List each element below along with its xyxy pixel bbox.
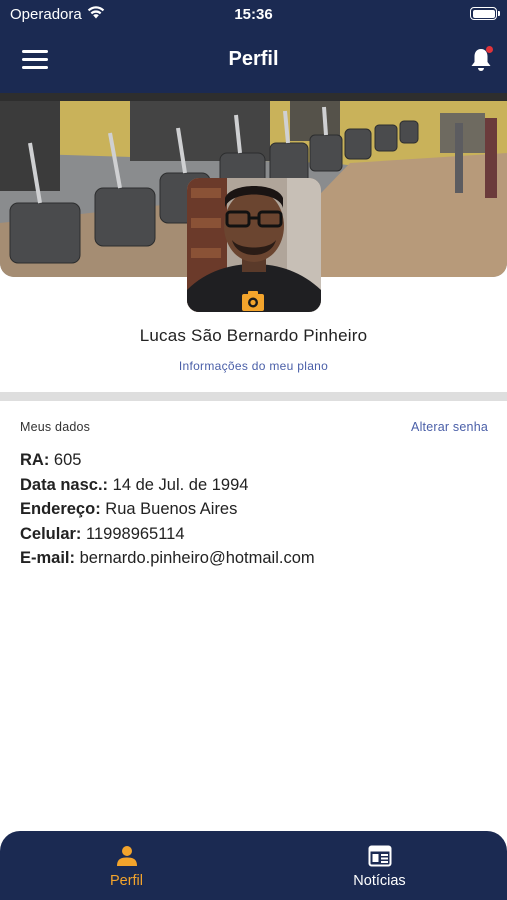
info-label: E-mail: [20,549,76,567]
user-info-list: RA: 605 Data nasc.: 14 de Jul. de 1994 E… [20,450,490,573]
info-value: Rua Buenos Aires [105,500,238,518]
tab-label: Notícias [353,873,406,889]
camera-icon [242,291,264,311]
news-icon [368,845,391,867]
tab-label: Perfil [109,873,144,889]
bottom-tab-bar: Perfil Notícias [0,831,507,900]
info-row-address: Endereço: Rua Buenos Aires [20,499,490,524]
info-value: 11998965114 [86,524,185,543]
notification-dot [486,46,493,53]
person-icon [116,846,137,866]
info-label: Celular: [20,524,82,543]
info-row-phone: Celular: 11998965114 [20,524,490,549]
battery-icon [470,7,500,20]
info-label: Endereço: [20,500,101,518]
tab-noticias[interactable]: Notícias [253,831,506,900]
info-row-ra: RA: 605 [20,450,490,475]
app-header: Operadora 15:36 Perfil [0,0,507,93]
info-label: Data nasc.: [20,475,109,494]
info-row-birthdate: Data nasc.: 14 de Jul. de 1994 [20,475,490,500]
info-value: 605 [53,451,82,469]
my-data-title: Meus dados [20,420,91,434]
status-bar: Operadora 15:36 [0,0,507,28]
change-password-link[interactable]: Alterar senha [411,420,488,434]
notifications-button[interactable] [468,46,494,74]
info-label: RA: [20,451,50,469]
tab-perfil[interactable]: Perfil [0,831,253,900]
plan-info-link[interactable]: Informações do meu plano [0,359,507,373]
profile-name: Lucas São Bernardo Pinheiro [139,326,368,345]
section-divider [0,392,507,401]
info-value: 14 de Jul. de 1994 [112,475,249,494]
page-title: Perfil [228,48,279,70]
info-row-email: E-mail: bernardo.pinheiro@hotmail.com [20,548,490,573]
change-photo-button[interactable] [242,291,264,311]
info-value: bernardo.pinheiro@hotmail.com [79,549,315,567]
clock: 15:36 [234,6,273,23]
